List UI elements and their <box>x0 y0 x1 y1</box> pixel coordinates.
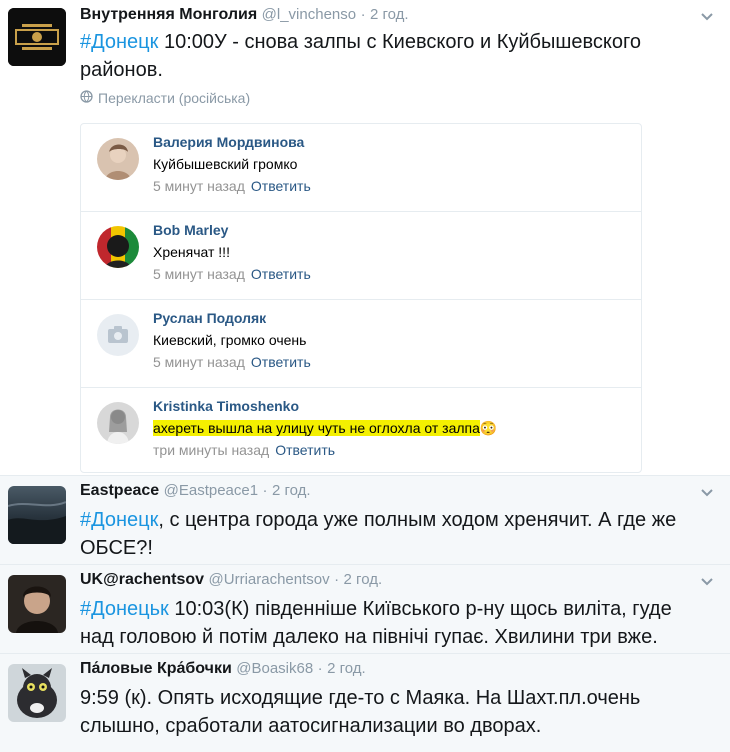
commenter-name[interactable]: Kristinka Timoshenko <box>153 398 299 414</box>
tweet-body: 10:03(К) південніше Київського р-ну щось… <box>80 598 672 648</box>
comment: Kristinka Timoshenko ахереть вышла на ул… <box>81 388 641 476</box>
comment-text: Куйбышевский громко <box>153 156 298 172</box>
comment-time[interactable]: 5 минут назад <box>153 354 245 370</box>
separator: · <box>262 482 268 499</box>
globe-icon <box>80 90 93 106</box>
timestamp[interactable]: 2 год. <box>272 482 311 499</box>
chevron-down-icon[interactable] <box>700 575 714 589</box>
author-name[interactable]: UK@rachentsov <box>80 571 204 588</box>
avatar[interactable] <box>8 664 66 722</box>
commenter-name[interactable]: Bob Marley <box>153 222 228 238</box>
author-name[interactable]: Па́ловые Кра́бочки <box>80 660 232 677</box>
avatar[interactable] <box>8 8 66 66</box>
separator: · <box>360 6 366 23</box>
chevron-down-icon[interactable] <box>700 10 714 24</box>
comment-meta: три минуты назад Ответить <box>153 442 335 458</box>
avatar[interactable] <box>8 486 66 544</box>
tweet[interactable]: UK@rachentsov @Urriarachentsov · 2 год. … <box>0 565 730 654</box>
avatar[interactable] <box>97 226 139 268</box>
hashtag-link[interactable]: #Донецк <box>80 31 158 53</box>
reply-link[interactable]: Ответить <box>251 266 311 282</box>
avatar[interactable] <box>97 138 139 180</box>
separator: · <box>317 660 323 677</box>
tweet[interactable]: Внутренняя Монголия @l_vinchenso · 2 год… <box>0 0 730 476</box>
tweet[interactable]: Па́ловые Кра́бочки @Boasik68 · 2 год. 9:… <box>0 654 730 752</box>
tweet-text: #Донецк 10:00У - снова залпы с Киевского… <box>80 28 680 84</box>
highlighted-text: ахереть вышла на улицу чуть не оглохла о… <box>153 420 480 436</box>
tweet-text: 9:59 (к). Опять исходящие где-то с Маяка… <box>80 684 710 740</box>
timestamp[interactable]: 2 год. <box>327 660 366 677</box>
separator: · <box>334 571 340 588</box>
comment-time[interactable]: три минуты назад <box>153 442 269 458</box>
comment-time[interactable]: 5 минут назад <box>153 266 245 282</box>
comment-meta: 5 минут назад Ответить <box>153 266 311 282</box>
comment-text: Киевский, громко очень <box>153 332 307 348</box>
avatar[interactable] <box>8 575 66 633</box>
author-handle[interactable]: @Urriarachentsov <box>209 571 330 588</box>
flushed-face-emoji: 😳 <box>479 420 498 436</box>
translate-label: Перекласти (російська) <box>98 90 251 106</box>
embedded-comments-screenshot: Валерия Мордвинова Куйбышевский громко 5… <box>80 123 642 473</box>
reply-link[interactable]: Ответить <box>251 178 311 194</box>
tweet-body: 9:59 (к). Опять исходящие где-то с Маяка… <box>80 687 641 737</box>
comment: Руслан Подоляк Киевский, громко очень 5 … <box>81 300 641 388</box>
comment-text: Хренячат !!! <box>153 244 230 260</box>
author-handle[interactable]: @Boasik68 <box>236 660 313 677</box>
comment-text: ахереть вышла на улицу чуть не оглохла о… <box>153 420 497 437</box>
author-handle[interactable]: @l_vinchenso <box>262 6 356 23</box>
reply-link[interactable]: Ответить <box>275 442 335 458</box>
tweet-header: Па́ловые Кра́бочки @Boasik68 · 2 год. <box>80 660 366 678</box>
commenter-name[interactable]: Руслан Подоляк <box>153 310 266 326</box>
tweet-body: , с центра города уже полным ходом хреня… <box>80 509 677 559</box>
tweet-header: Внутренняя Монголия @l_vinchenso · 2 год… <box>80 6 409 24</box>
tweet-text: #Донецк, с центра города уже полным ходо… <box>80 506 710 562</box>
translate-link[interactable]: Перекласти (російська) <box>80 90 250 106</box>
timestamp[interactable]: 2 год. <box>370 6 409 23</box>
tweet-header: Eastpeace @Eastpeace1 · 2 год. <box>80 482 311 500</box>
commenter-name[interactable]: Валерия Мордвинова <box>153 134 304 150</box>
tweet[interactable]: Eastpeace @Eastpeace1 · 2 год. #Донецк, … <box>0 476 730 565</box>
author-name[interactable]: Внутренняя Монголия <box>80 6 257 23</box>
hashtag-link[interactable]: #Донецьк <box>80 598 169 620</box>
comment-meta: 5 минут назад Ответить <box>153 354 311 370</box>
author-handle[interactable]: @Eastpeace1 <box>164 482 258 499</box>
comment: Валерия Мордвинова Куйбышевский громко 5… <box>81 124 641 212</box>
tweet-text: #Донецьк 10:03(К) південніше Київського … <box>80 595 710 651</box>
avatar[interactable] <box>97 402 139 444</box>
timestamp[interactable]: 2 год. <box>344 571 383 588</box>
tweet-header: UK@rachentsov @Urriarachentsov · 2 год. <box>80 571 382 589</box>
comment-time[interactable]: 5 минут назад <box>153 178 245 194</box>
hashtag-link[interactable]: #Донецк <box>80 509 158 531</box>
comment-meta: 5 минут назад Ответить <box>153 178 311 194</box>
author-name[interactable]: Eastpeace <box>80 482 159 499</box>
tweet-body: 10:00У - снова залпы с Киевского и Куйбы… <box>80 31 642 81</box>
comment: Bob Marley Хренячат !!! 5 минут назад Отв… <box>81 212 641 300</box>
chevron-down-icon[interactable] <box>700 486 714 500</box>
avatar[interactable] <box>97 314 139 356</box>
reply-link[interactable]: Ответить <box>251 354 311 370</box>
